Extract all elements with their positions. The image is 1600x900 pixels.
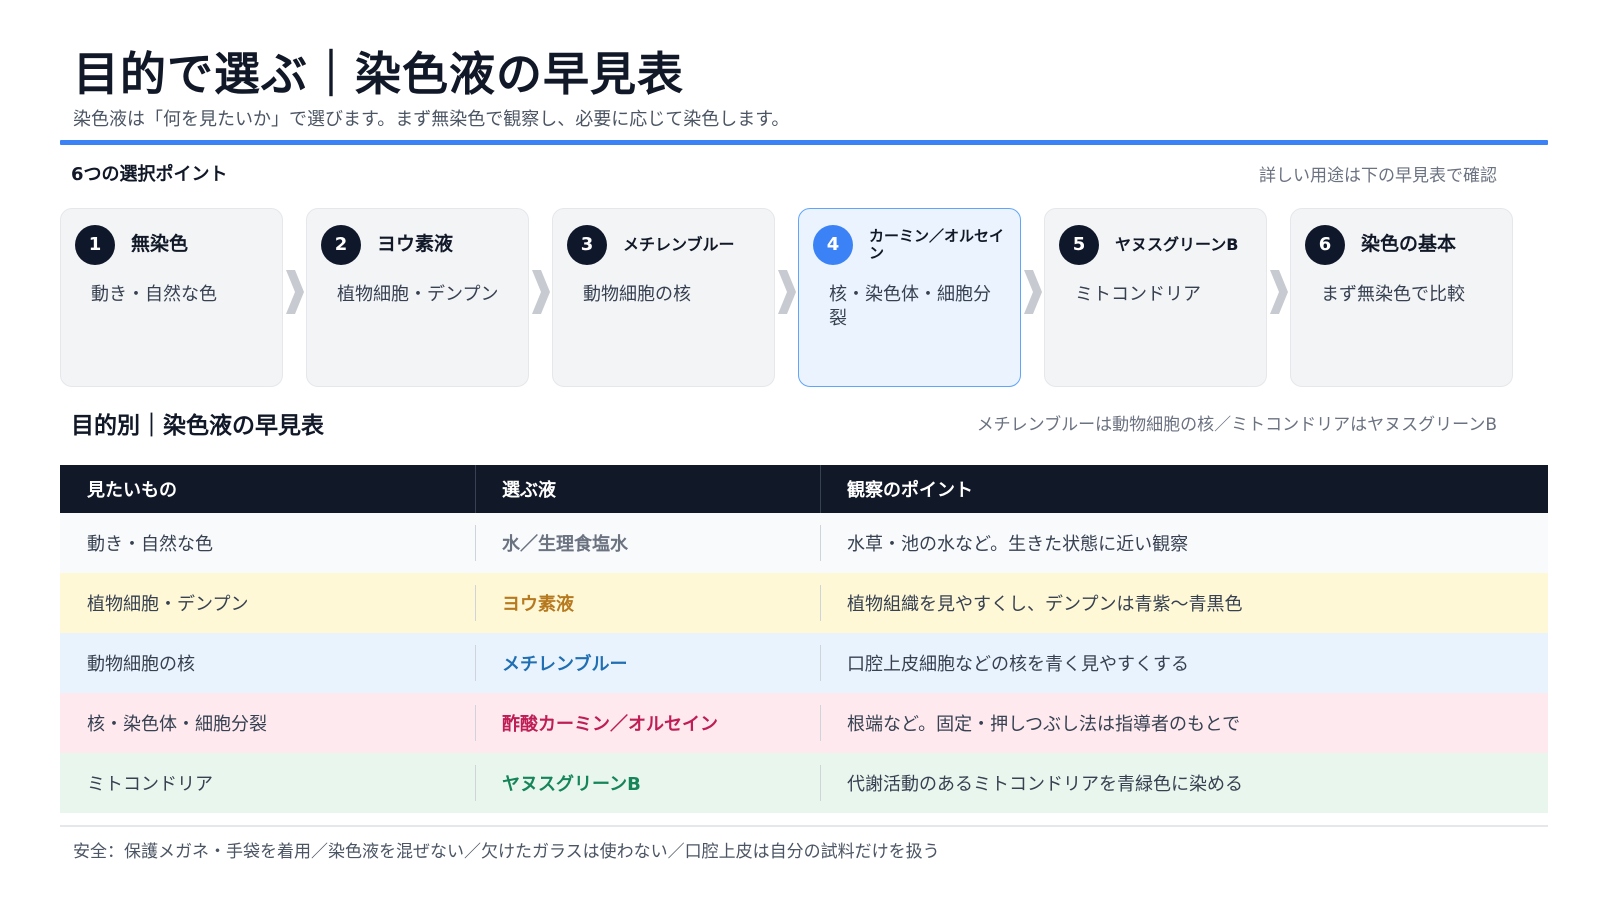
cell-target: 核・染色体・細胞分裂 bbox=[87, 714, 267, 735]
column-divider bbox=[475, 765, 476, 801]
chevron-right-icon bbox=[286, 270, 304, 314]
cell-target: 動物細胞の核 bbox=[87, 654, 195, 675]
stain-table: 見たいもの 選ぶ液 観察のポイント 動き・自然な色 水／生理食塩水 水草・池の水など… bbox=[60, 465, 1548, 813]
solution-name: ヤヌスグリーンB bbox=[502, 774, 641, 795]
column-divider bbox=[820, 585, 821, 621]
column-divider bbox=[820, 705, 821, 741]
step-card-3: 3 メチレンブルー動物細胞の核 bbox=[552, 208, 775, 387]
column-divider bbox=[820, 645, 821, 681]
table-heading: 目的別｜染色液の早見表 bbox=[71, 413, 324, 439]
step-number-badge: 3 bbox=[567, 225, 607, 265]
steps-note: 詳しい用途は下の早見表で確認 bbox=[1259, 166, 1497, 186]
column-header-solution: 選ぶ液 bbox=[475, 465, 820, 513]
column-header-point: 観察のポイント bbox=[820, 465, 1548, 513]
cell-point: 水草・池の水など。生きた状態に近い観察 bbox=[820, 513, 1548, 573]
cell-target: ミトコンドリア bbox=[87, 774, 213, 795]
step-description: 植物細胞・デンプン bbox=[337, 284, 499, 305]
step-description: ミトコンドリア bbox=[1075, 284, 1201, 305]
step-card-4: 4 カーミン／オルセイン核・染色体・細胞分裂 bbox=[798, 208, 1021, 387]
cell-solution: 水／生理食塩水 bbox=[475, 513, 820, 573]
table-row: ミトコンドリア ヤヌスグリーンB 代謝活動のあるミトコンドリアを青緑色に染める bbox=[60, 753, 1548, 813]
page-title: 目的で選ぶ｜染色液の早見表 bbox=[73, 47, 684, 101]
column-divider bbox=[475, 585, 476, 621]
step-number-badge: 6 bbox=[1305, 225, 1345, 265]
step-number-badge: 4 bbox=[813, 225, 853, 265]
table-row: 動物細胞の核 メチレンブルー 口腔上皮細胞などの核を青く見やすくする bbox=[60, 633, 1548, 693]
table-row: 動き・自然な色 水／生理食塩水 水草・池の水など。生きた状態に近い観察 bbox=[60, 513, 1548, 573]
step-description: 動き・自然な色 bbox=[91, 284, 217, 305]
column-header-target: 見たいもの bbox=[87, 480, 177, 501]
step-number-badge: 2 bbox=[321, 225, 361, 265]
table-header-row: 見たいもの 選ぶ液 観察のポイント bbox=[60, 465, 1548, 513]
step-title: 染色の基本 bbox=[1361, 233, 1457, 256]
solution-name: 酢酸カーミン／オルセイン bbox=[502, 714, 718, 735]
column-divider bbox=[820, 465, 821, 513]
table-note: メチレンブルーは動物細胞の核／ミトコンドリアはヤヌスグリーンB bbox=[976, 415, 1497, 435]
chevron-right-icon bbox=[778, 270, 796, 314]
chevron-right-icon bbox=[1024, 270, 1042, 314]
table-row: 核・染色体・細胞分裂 酢酸カーミン／オルセイン 根端など。固定・押しつぶし法は指導者… bbox=[60, 693, 1548, 753]
column-divider bbox=[475, 645, 476, 681]
column-divider bbox=[475, 705, 476, 741]
cell-point: 口腔上皮細胞などの核を青く見やすくする bbox=[820, 633, 1548, 693]
step-title: ヨウ素液 bbox=[377, 233, 454, 256]
column-divider bbox=[820, 525, 821, 561]
cell-point: 植物組織を見やすくし、デンプンは青紫〜青黒色 bbox=[820, 573, 1548, 633]
step-title: ヤヌスグリーンB bbox=[1115, 234, 1239, 254]
page-subtitle: 染色液は「何を見たいか」で選びます。まず無染色で観察し、必要に応じて染色します。 bbox=[73, 109, 790, 130]
step-card-1: 1 無染色動き・自然な色 bbox=[60, 208, 283, 387]
step-number-badge: 1 bbox=[75, 225, 115, 265]
observation-point: 代謝活動のあるミトコンドリアを青緑色に染める bbox=[847, 774, 1243, 795]
step-description: 核・染色体・細胞分裂 bbox=[829, 284, 991, 329]
cell-target: 植物細胞・デンプン bbox=[87, 594, 249, 615]
step-number-badge: 5 bbox=[1059, 225, 1099, 265]
observation-point: 根端など。固定・押しつぶし法は指導者のもとで bbox=[847, 714, 1241, 735]
cell-solution: 酢酸カーミン／オルセイン bbox=[475, 693, 820, 753]
column-divider bbox=[475, 525, 476, 561]
table-body: 動き・自然な色 水／生理食塩水 水草・池の水など。生きた状態に近い観察植物細胞・デン… bbox=[60, 513, 1548, 813]
column-divider bbox=[820, 765, 821, 801]
observation-point: 口腔上皮細胞などの核を青く見やすくする bbox=[847, 654, 1189, 675]
solution-name: メチレンブルー bbox=[502, 654, 628, 675]
step-title: メチレンブルー bbox=[623, 234, 735, 254]
step-card-5: 5 ヤヌスグリーンB ミトコンドリア bbox=[1044, 208, 1267, 387]
selection-steps: 1 無染色動き・自然な色 2 ヨウ素液植物細胞・デンプン 3 メチレンブルー動物細胞の核 4… bbox=[60, 208, 1548, 388]
step-card-6: 6 染色の基本まず無染色で比較 bbox=[1290, 208, 1513, 387]
step-description: 動物細胞の核 bbox=[583, 284, 691, 305]
cell-solution: メチレンブルー bbox=[475, 633, 820, 693]
column-divider bbox=[475, 465, 476, 513]
chevron-right-icon bbox=[1270, 270, 1288, 314]
cell-solution: ヤヌスグリーンB bbox=[475, 753, 820, 813]
cell-point: 根端など。固定・押しつぶし法は指導者のもとで bbox=[820, 693, 1548, 753]
cell-point: 代謝活動のあるミトコンドリアを青緑色に染める bbox=[820, 753, 1548, 813]
cell-solution: ヨウ素液 bbox=[475, 573, 820, 633]
solution-name: 水／生理食塩水 bbox=[502, 534, 628, 555]
step-title: 無染色 bbox=[131, 233, 189, 256]
solution-name: ヨウ素液 bbox=[502, 594, 574, 615]
chevron-right-icon bbox=[532, 270, 550, 314]
footer-divider bbox=[60, 825, 1548, 827]
observation-point: 植物組織を見やすくし、デンプンは青紫〜青黒色 bbox=[847, 594, 1243, 615]
step-card-2: 2 ヨウ素液植物細胞・デンプン bbox=[306, 208, 529, 387]
steps-heading: 6つの選択ポイント bbox=[71, 164, 228, 185]
table-row: 植物細胞・デンプン ヨウ素液 植物組織を見やすくし、デンプンは青紫〜青黒色 bbox=[60, 573, 1548, 633]
title-divider bbox=[60, 140, 1548, 145]
cell-target: 動き・自然な色 bbox=[87, 534, 213, 555]
safety-note: 安全：保護メガネ・手袋を着用／染色液を混ぜない／欠けたガラスは使わない／口腔上皮… bbox=[73, 842, 940, 862]
step-title: カーミン／オルセイン bbox=[869, 226, 1005, 262]
observation-point: 水草・池の水など。生きた状態に近い観察 bbox=[847, 534, 1189, 555]
step-description: まず無染色で比較 bbox=[1321, 284, 1465, 305]
